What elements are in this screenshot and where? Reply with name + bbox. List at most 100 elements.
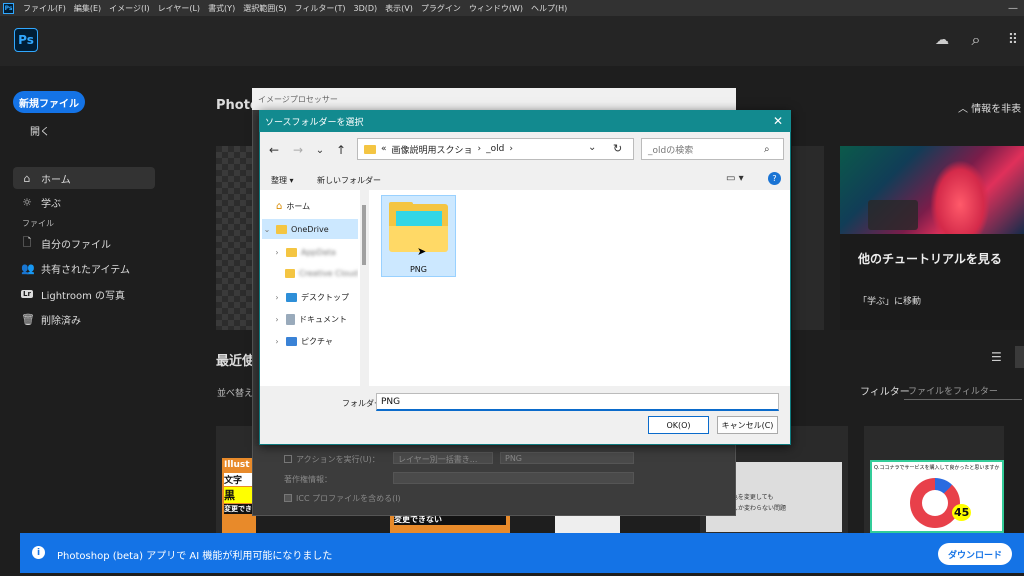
sidebar-item-my-files[interactable]: 🗋 自分のファイル — [13, 232, 155, 254]
copyright-input[interactable] — [393, 472, 634, 484]
breadcrumb-old[interactable]: _old — [486, 144, 504, 154]
lightroom-icon: Lr — [21, 290, 33, 298]
menu-plugins[interactable]: プラグイン — [417, 3, 465, 14]
breadcrumb-separator: › — [477, 144, 482, 154]
menu-3d[interactable]: 3D(D) — [350, 4, 382, 13]
action-set-select[interactable]: レイヤー別一括書き... — [393, 452, 493, 464]
folder-icon — [285, 268, 296, 278]
sidebar-item-label: 共有されたアイテム — [41, 264, 130, 276]
tree-item-creative-cloud[interactable]: Creative Cloud — [272, 263, 358, 283]
cloud-icon[interactable]: ☁ — [934, 32, 950, 48]
download-button[interactable]: ダウンロード — [938, 543, 1012, 565]
back-arrow-icon[interactable]: ← — [265, 141, 283, 159]
template-card[interactable] — [216, 146, 256, 330]
tree-item-desktop[interactable]: › デスクトップ — [272, 287, 358, 307]
icc-label: ICC プロファイルを含める(I) — [296, 494, 401, 503]
sidebar-item-label: 削除済み — [41, 315, 81, 327]
info-icon: i — [32, 546, 45, 559]
chevron-down-icon[interactable]: ⌄ — [311, 141, 329, 159]
search-input[interactable]: _oldの検索 — [641, 138, 784, 160]
open-button[interactable]: 開く — [30, 123, 50, 138]
grid-view-icon[interactable] — [1015, 346, 1024, 368]
address-history-icon[interactable]: ⌄ — [588, 142, 596, 153]
tree-item-pictures[interactable]: › ピクチャ — [272, 331, 358, 351]
folder-icon — [364, 144, 376, 154]
window-controls: — — [1008, 0, 1018, 16]
action-label: アクションを実行(U)： — [296, 455, 380, 464]
sidebar-item-learn[interactable]: ☼ 学ぶ — [13, 191, 155, 213]
breadcrumb-screenshots[interactable]: 画像説明用スクショ — [392, 143, 473, 156]
tree-item-onedrive[interactable]: ⌄ OneDrive — [262, 219, 358, 239]
menu-help[interactable]: ヘルプ(H) — [527, 3, 571, 14]
up-arrow-icon[interactable]: ↑ — [332, 141, 350, 159]
organize-button[interactable]: 整理 ▾ — [271, 175, 294, 186]
menu-view[interactable]: 表示(V) — [381, 3, 417, 14]
hide-info-toggle[interactable]: ︿ 情報を非表 — [958, 100, 1021, 115]
tutorial-title: 他のチュートリアルを見る — [858, 252, 1002, 266]
sidebar-item-label: Lightroom の写真 — [41, 290, 126, 302]
tree-item-appdata[interactable]: › AppData — [272, 242, 358, 262]
minimize-icon[interactable]: — — [1008, 3, 1018, 14]
cancel-button[interactable]: キャンセル(C) — [717, 416, 778, 434]
desktop-icon — [286, 292, 297, 302]
list-view-icon[interactable]: ☰ — [991, 350, 1005, 364]
menu-type[interactable]: 書式(Y) — [204, 3, 239, 14]
refresh-icon[interactable]: ↻ — [613, 142, 622, 155]
menu-select[interactable]: 選択範囲(S) — [239, 3, 290, 14]
view-options-icon[interactable]: ▭ ▾ — [726, 173, 744, 184]
close-icon[interactable]: ✕ — [770, 113, 786, 129]
photoshop-logo: Ps — [14, 28, 38, 52]
menu-image[interactable]: イメージ(I) — [105, 3, 153, 14]
learn-link[interactable]: 「学ぶ」に移動 — [858, 294, 921, 307]
tree-item-documents[interactable]: › ドキュメント — [272, 309, 358, 329]
menu-layer[interactable]: レイヤー(L) — [154, 3, 204, 14]
search-icon: ⌕ — [764, 144, 770, 155]
lightbulb-icon: ☼ — [22, 195, 32, 209]
menu-edit[interactable]: 編集(E) — [70, 3, 105, 14]
sort-label[interactable]: 並べ替え — [217, 386, 253, 399]
forward-arrow-icon[interactable]: → — [289, 141, 307, 159]
new-folder-button[interactable]: 新しいフォルダー — [317, 175, 381, 186]
folder-icon — [276, 224, 287, 234]
pictures-icon — [286, 336, 297, 346]
sidebar-item-home[interactable]: ⌂ ホーム — [13, 167, 155, 189]
ps-app-icon: Ps — [3, 2, 14, 14]
image-processor-title: イメージプロセッサー — [258, 95, 338, 104]
nav-scrollbar-thumb[interactable] — [362, 205, 366, 265]
menu-file[interactable]: ファイル(F) — [19, 3, 70, 14]
tutorial-ui-overlay — [868, 200, 918, 230]
template-card[interactable] — [792, 146, 824, 330]
menu-window[interactable]: ウィンドウ(W) — [465, 3, 527, 14]
mouse-cursor-icon: ➤ — [417, 245, 427, 258]
action-select[interactable]: PNG — [500, 452, 634, 464]
trash-icon: 🗑 — [21, 312, 35, 326]
copyright-label: 著作権情報： — [284, 475, 332, 484]
chevron-down-icon[interactable]: ⌄ — [262, 225, 272, 234]
home-icon: ⌂ — [276, 200, 283, 212]
thumb-image: Q.ココナラでサービスを購入して良かったと思いますか 45 — [870, 460, 1004, 533]
folder-field[interactable]: PNG — [376, 393, 779, 411]
sidebar-item-label: 自分のファイル — [41, 239, 111, 251]
recent-title: 最近使 — [216, 354, 256, 369]
ok-button[interactable]: OK(O) — [648, 416, 709, 434]
sidebar-item-lightroom[interactable]: Lr Lightroom の写真 — [13, 283, 155, 305]
new-file-button[interactable]: 新規ファイル — [13, 91, 85, 113]
filter-label: フィルター — [860, 387, 910, 398]
search-icon[interactable]: ⌕ — [968, 30, 984, 49]
action-checkbox[interactable] — [284, 455, 292, 463]
sidebar-item-shared[interactable]: 👥 共有されたアイテム — [13, 257, 155, 279]
help-icon[interactable]: ? — [768, 172, 781, 185]
document-icon — [286, 313, 295, 325]
filter-input[interactable]: ファイルをフィルター — [904, 380, 1022, 400]
thumb-image: Illust 文字 黒 変更できない — [222, 458, 256, 533]
file-icon: 🗋 — [22, 235, 32, 249]
sidebar-item-label: ホーム — [41, 174, 71, 186]
menu-bar: Ps ファイル(F) 編集(E) イメージ(I) レイヤー(L) 書式(Y) 選… — [0, 0, 1024, 16]
icc-checkbox[interactable] — [284, 494, 292, 502]
tree-item-home[interactable]: ⌂ ホーム — [262, 196, 358, 216]
home-icon: ⌂ — [23, 171, 31, 185]
sidebar-item-label: 学ぶ — [41, 198, 61, 210]
menu-filter[interactable]: フィルター(T) — [291, 3, 350, 14]
sidebar-item-deleted[interactable]: 🗑 削除済み — [13, 308, 155, 330]
apps-icon[interactable]: ⠿ — [1005, 32, 1021, 48]
